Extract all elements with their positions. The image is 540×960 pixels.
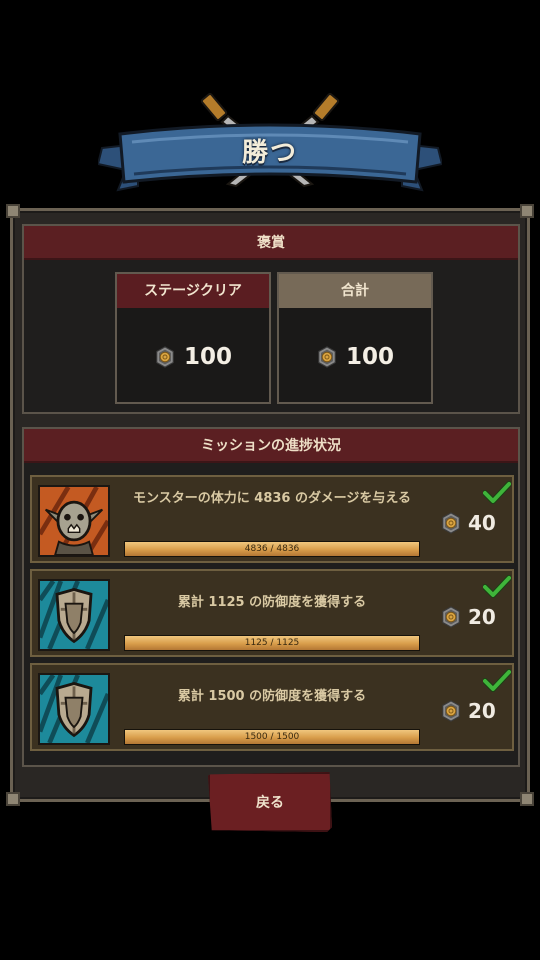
victory-banner: 勝つ	[98, 86, 442, 196]
missions-header: ミッションの進捗状況	[24, 429, 518, 463]
total-amount: 100	[279, 344, 431, 370]
mission-progress-bar: 4836 / 4836	[124, 541, 420, 557]
mission-progress-text: 1500 / 1500	[244, 732, 300, 742]
rewards-section: 褒賞 ステージクリア 100 合計 100	[22, 224, 520, 414]
stage-clear-label: ステージクリア	[117, 274, 269, 308]
back-button[interactable]: 戻る	[208, 772, 332, 832]
mission-progress-text: 4836 / 4836	[244, 544, 300, 554]
checkmark-icon	[483, 481, 511, 505]
mission-description: モンスターの体力に 4836 のダメージを与える	[133, 491, 411, 506]
stage-clear-amount: 100	[117, 344, 269, 370]
coin-icon	[440, 700, 462, 722]
total-card: 合計 100	[277, 272, 433, 404]
coin-icon	[440, 512, 462, 534]
panel-corner	[520, 792, 534, 806]
stage-clear-value: 100	[183, 344, 232, 370]
goblin-portrait-icon	[38, 485, 110, 557]
mission-reward: 20	[440, 605, 496, 629]
mission-reward: 40	[440, 511, 496, 535]
mission-description: 累計 1500 の防御度を獲得する	[177, 689, 367, 704]
mission-reward-value: 40	[468, 511, 496, 535]
mission-item: 累計 1500 の防御度を獲得する 1500 / 1500 20	[30, 663, 514, 751]
banner-title: 勝つ	[241, 138, 298, 168]
mission-description: 累計 1125 の防御度を獲得する	[177, 595, 367, 610]
mission-reward: 20	[440, 699, 496, 723]
mission-progress-bar: 1125 / 1125	[124, 635, 420, 651]
mission-reward-value: 20	[468, 699, 496, 723]
coin-icon	[440, 606, 462, 628]
shield-portrait-icon	[38, 579, 110, 651]
panel-corner	[6, 204, 20, 218]
result-panel: 褒賞 ステージクリア 100 合計 100 ミッションの進捗状況 モンスターの体…	[6, 204, 534, 806]
total-label: 合計	[279, 274, 431, 308]
mission-item: 累計 1125 の防御度を獲得する 1125 / 1125 20	[30, 569, 514, 657]
checkmark-icon	[483, 575, 511, 599]
missions-section: ミッションの進捗状況 モンスターの体力に 4836 のダメージを与える 4836…	[22, 427, 520, 767]
mission-item: モンスターの体力に 4836 のダメージを与える 4836 / 4836 40	[30, 475, 514, 563]
stage-clear-card: ステージクリア 100	[115, 272, 271, 404]
shield-portrait-icon	[38, 673, 110, 745]
coin-icon	[316, 346, 338, 368]
panel-corner	[6, 792, 20, 806]
checkmark-icon	[483, 669, 511, 693]
mission-progress-bar: 1500 / 1500	[124, 729, 420, 745]
rewards-header: 褒賞	[24, 226, 518, 260]
total-value: 100	[345, 344, 394, 370]
mission-reward-value: 20	[468, 605, 496, 629]
panel-corner	[520, 204, 534, 218]
coin-icon	[154, 346, 176, 368]
mission-progress-text: 1125 / 1125	[244, 638, 300, 648]
